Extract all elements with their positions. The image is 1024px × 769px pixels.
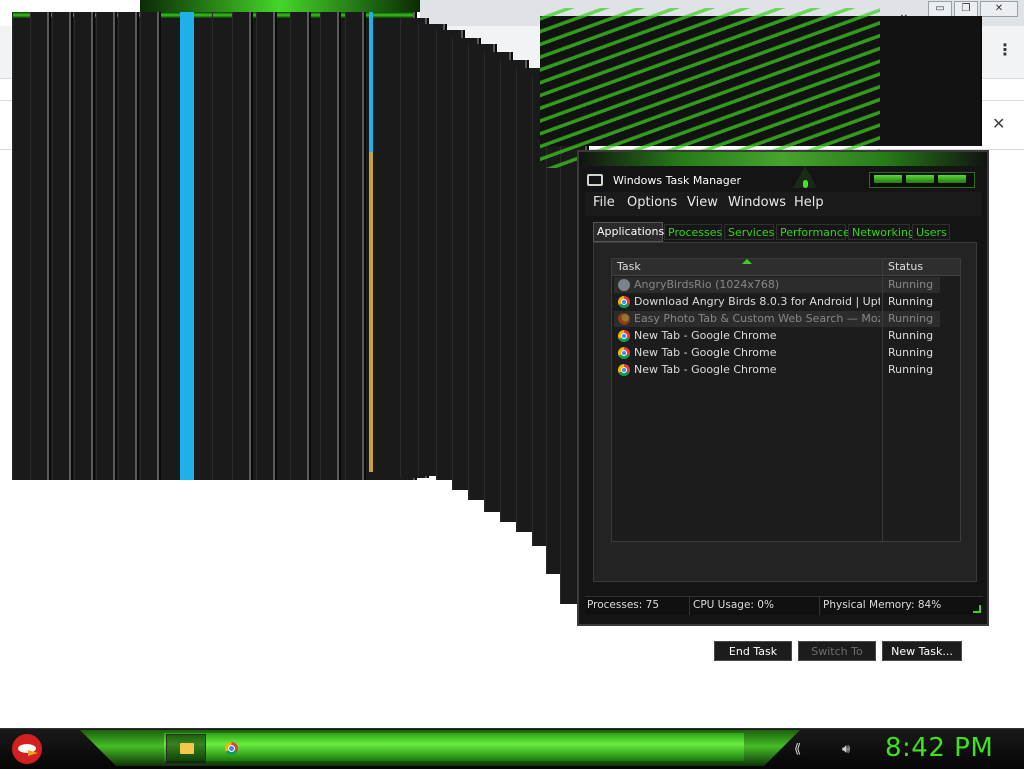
menu-windows[interactable]: Windows <box>728 195 786 210</box>
task-name: New Tab - Google Chrome <box>634 346 777 359</box>
menu-view[interactable]: View <box>687 195 718 210</box>
task-name: AngryBirdsRio (1024x768) <box>634 278 780 291</box>
window-controls <box>869 172 975 188</box>
menu-file[interactable]: File <box>593 195 615 210</box>
close-button[interactable] <box>938 175 966 183</box>
minimize-button[interactable] <box>874 175 902 183</box>
task-name: Easy Photo Tab & Custom Web Search — Moz… <box>634 312 880 325</box>
resize-grip-icon[interactable] <box>973 605 981 613</box>
chrome-icon <box>618 347 630 359</box>
switch-to-button[interactable]: Switch To <box>798 641 876 661</box>
emblem-light <box>803 180 808 188</box>
ghost-strip <box>369 12 373 152</box>
firefox-icon <box>618 313 630 325</box>
folder-icon <box>180 743 194 754</box>
status-divider <box>819 597 820 615</box>
window-title: Windows Task Manager <box>613 174 742 187</box>
status-divider <box>689 597 690 615</box>
table-row[interactable]: New Tab - Google Chrome Running <box>614 362 940 378</box>
tab-users[interactable]: Users <box>912 224 950 240</box>
ghost-strip <box>369 152 373 472</box>
new-task-button[interactable]: New Task... <box>882 641 962 661</box>
applications-panel: Task Status AngryBirdsRio (1024x768) Run… <box>593 242 977 661</box>
angry-birds-icon <box>618 279 630 291</box>
menu-bar: File Options View Windows Help <box>585 192 981 216</box>
angry-bird-start-icon[interactable] <box>12 734 42 764</box>
ghost-window <box>30 12 49 480</box>
chrome-icon <box>618 364 630 376</box>
tab-networking[interactable]: Networking <box>848 224 915 240</box>
ghost-window <box>52 12 71 480</box>
ghost-window <box>256 12 275 480</box>
ghost-window <box>140 12 159 480</box>
chrome-icon <box>618 330 630 342</box>
monitor-icon <box>587 174 603 186</box>
task-name: Download Angry Birds 8.0.3 for Android |… <box>634 295 880 308</box>
table-row[interactable]: Download Angry Birds 8.0.3 for Android |… <box>614 294 940 310</box>
minimize-button[interactable]: ▭ <box>928 1 952 17</box>
task-manager-window: Windows Task Manager File Options View W… <box>577 150 989 661</box>
task-name: New Tab - Google Chrome <box>634 363 777 376</box>
ghost-window <box>232 12 251 480</box>
table-row[interactable]: New Tab - Google Chrome Running <box>614 345 940 361</box>
ghost-window <box>290 12 309 480</box>
taskbar-chrome-button[interactable] <box>211 734 251 764</box>
column-status[interactable]: Status <box>888 260 923 273</box>
title-glow <box>579 152 987 166</box>
tab-processes[interactable]: Processes <box>664 224 722 240</box>
ghost-strip <box>180 12 194 480</box>
task-status: Running <box>888 363 934 376</box>
ghost-window <box>96 12 115 480</box>
chrome-icon <box>618 296 630 308</box>
table-row[interactable]: Easy Photo Tab & Custom Web Search — Moz… <box>614 311 940 327</box>
close-icon[interactable]: ✕ <box>992 114 1005 133</box>
task-status: Running <box>888 329 934 342</box>
menu-icon[interactable]: ⋮ <box>997 40 1013 59</box>
task-status: Running <box>888 278 934 291</box>
task-status: Running <box>888 346 934 359</box>
tab-services[interactable]: Services <box>724 224 774 240</box>
ghost-window <box>118 12 137 480</box>
ghost-glow <box>140 0 420 12</box>
physical-memory: Physical Memory: 84% <box>823 599 942 611</box>
task-status: Running <box>888 295 934 308</box>
taskbar-explorer-button[interactable] <box>166 734 206 764</box>
task-name: New Tab - Google Chrome <box>634 329 777 342</box>
tab-applications[interactable]: Applications <box>593 222 664 242</box>
sort-up-icon <box>742 259 752 264</box>
restore-button[interactable]: ❐ <box>954 1 978 17</box>
close-window-button[interactable]: ✕ <box>980 1 1018 17</box>
chrome-icon <box>225 742 238 755</box>
tab-performance[interactable]: Performance <box>776 224 850 240</box>
list-header: Task Status <box>612 259 960 276</box>
volume-icon[interactable]: 🔊︎ <box>842 742 850 757</box>
status-bar: Processes: 75 CPU Usage: 0% Physical Mem… <box>585 596 983 615</box>
ghost-window <box>345 12 364 480</box>
taskbar-glow <box>164 733 744 761</box>
network-icon[interactable]: ⟪ <box>794 742 801 757</box>
table-row[interactable]: AngryBirdsRio (1024x768) Running <box>614 277 940 293</box>
menu-options[interactable]: Options <box>627 195 677 210</box>
ghost-window <box>320 12 339 480</box>
maximize-button[interactable] <box>906 175 934 183</box>
task-list[interactable]: Task Status AngryBirdsRio (1024x768) Run… <box>611 258 961 543</box>
ghost-window <box>74 12 93 480</box>
menu-help[interactable]: Help <box>794 195 824 210</box>
ghost-glow <box>540 8 880 168</box>
processes-count: Processes: 75 <box>587 599 659 611</box>
task-status: Running <box>888 312 934 325</box>
clock[interactable]: 8:42 PM <box>885 733 993 763</box>
cpu-usage: CPU Usage: 0% <box>693 599 774 611</box>
table-row[interactable]: New Tab - Google Chrome Running <box>614 328 940 344</box>
column-task[interactable]: Task <box>617 260 641 273</box>
end-task-button[interactable]: End Task <box>714 641 792 661</box>
